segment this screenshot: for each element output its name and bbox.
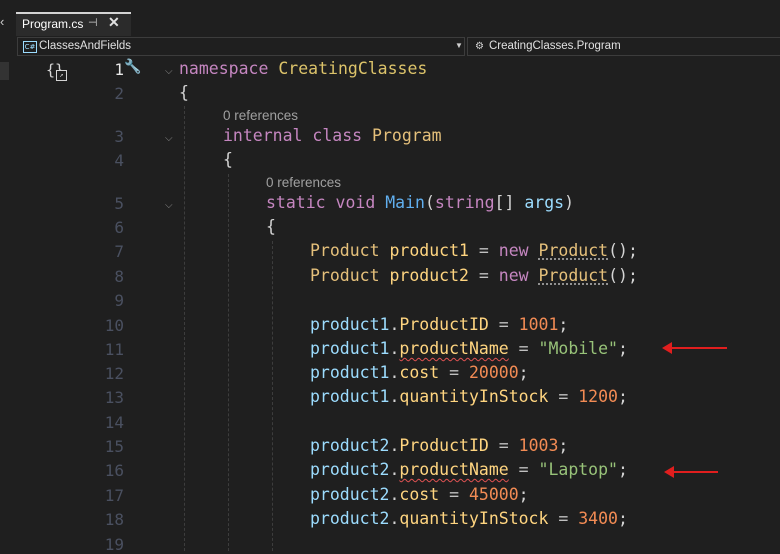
line-number: 16 xyxy=(104,461,124,480)
document-tab-bar: ‹ Program.cs ⊣ ✕ xyxy=(0,0,780,36)
code-line-12: product1.cost = 20000; xyxy=(310,363,529,382)
line-number: 11 xyxy=(104,340,124,359)
line-number: 4 xyxy=(114,151,124,170)
annotation-arrow xyxy=(664,466,718,478)
code-line-7: Product product1 = new Product(); xyxy=(310,241,638,260)
line-number: 7 xyxy=(114,242,124,261)
line-number: 5 xyxy=(114,194,124,213)
codelens-references[interactable]: 0 references xyxy=(266,175,341,190)
project-dropdown[interactable]: C# ClassesAndFields ▼ xyxy=(17,37,465,56)
class-icon: ⚙ xyxy=(475,41,484,52)
indent-guide xyxy=(184,106,185,551)
code-line-6: { xyxy=(266,217,276,236)
code-line-13: product1.quantityInStock = 1200; xyxy=(310,387,628,406)
code-line-3: internal class Program xyxy=(223,126,442,145)
code-line-8: Product product2 = new Product(); xyxy=(310,266,638,285)
line-number: 18 xyxy=(104,510,124,529)
line-number: 10 xyxy=(104,316,124,335)
code-line-17: product2.cost = 45000; xyxy=(310,485,529,504)
line-number: 19 xyxy=(104,535,124,554)
fold-toggle-icon[interactable]: ⌵ xyxy=(165,133,173,144)
line-number: 8 xyxy=(114,267,124,286)
type-name: CreatingClasses.Program xyxy=(489,40,621,52)
line-number: 17 xyxy=(104,486,124,505)
navigation-bar: C# ClassesAndFields ▼ ⚙ CreatingClasses.… xyxy=(0,36,780,59)
csharp-project-icon: C# xyxy=(23,41,37,53)
code-line-2: { xyxy=(179,83,189,102)
tab-title: Program.cs xyxy=(22,17,84,31)
line-number: 15 xyxy=(104,437,124,456)
code-line-4: { xyxy=(223,150,233,169)
line-number: 3 xyxy=(114,127,124,146)
code-line-1: namespace CreatingClasses xyxy=(179,59,428,78)
line-number: 9 xyxy=(114,291,124,310)
line-number: 1 xyxy=(114,60,124,79)
codelens-references[interactable]: 0 references xyxy=(223,108,298,123)
chevron-down-icon[interactable]: ▼ xyxy=(455,41,463,50)
fold-toggle-icon[interactable]: ⌵ xyxy=(165,200,173,211)
project-name: ClassesAndFields xyxy=(39,40,132,52)
indent-guide xyxy=(272,241,273,551)
line-number: 14 xyxy=(104,413,124,432)
code-line-10: product1.ProductID = 1001; xyxy=(310,315,569,334)
code-line-11: product1.productName = "Mobile"; xyxy=(310,339,628,358)
type-dropdown[interactable]: ⚙ CreatingClasses.Program xyxy=(467,37,780,56)
scroll-tabs-left-icon[interactable]: ‹ xyxy=(0,14,8,30)
code-line-18: product2.quantityInStock = 3400; xyxy=(310,509,628,528)
code-line-16: product2.productName = "Laptop"; xyxy=(310,460,628,479)
line-number: 12 xyxy=(104,364,124,383)
line-number: 2 xyxy=(114,84,124,103)
quick-actions-icon[interactable]: 🔧 xyxy=(124,58,141,75)
line-number: 13 xyxy=(104,388,124,407)
indent-guide xyxy=(228,174,229,551)
code-editor[interactable]: {}↗ 🔧 1 2 3 4 5 6 7 8 9 10 11 12 13 14 1… xyxy=(0,58,780,554)
code-line-5: static void Main(string[] args) xyxy=(266,193,575,212)
code-line-15: product2.ProductID = 1003; xyxy=(310,436,569,455)
close-tab-icon[interactable]: ✕ xyxy=(108,14,120,31)
annotation-arrow xyxy=(662,342,727,354)
fold-toggle-icon[interactable]: ⌵ xyxy=(165,66,173,77)
tab-program-cs[interactable]: Program.cs ⊣ ✕ xyxy=(16,12,131,36)
pin-tab-icon[interactable]: ⊣ xyxy=(88,16,98,29)
line-number: 6 xyxy=(114,218,124,237)
